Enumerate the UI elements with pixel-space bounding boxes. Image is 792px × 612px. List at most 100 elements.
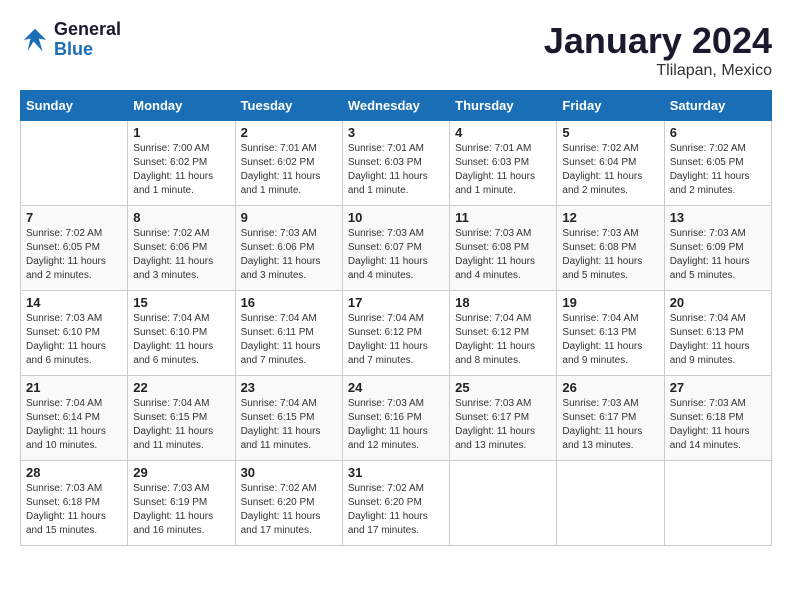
cell-info: Sunrise: 7:01 AM Sunset: 6:03 PM Dayligh…: [455, 142, 551, 198]
day-number: 16: [241, 295, 337, 310]
day-number: 8: [133, 210, 229, 225]
cell-info: Sunrise: 7:03 AM Sunset: 6:18 PM Dayligh…: [670, 397, 766, 453]
cell-info: Sunrise: 7:02 AM Sunset: 6:05 PM Dayligh…: [26, 227, 122, 283]
day-number: 15: [133, 295, 229, 310]
calendar-cell: 4 Sunrise: 7:01 AM Sunset: 6:03 PM Daylig…: [450, 121, 557, 206]
calendar-cell: 29 Sunrise: 7:03 AM Sunset: 6:19 PM Dayli…: [128, 461, 235, 546]
calendar-cell: 28Sunrise: 7:03 AM Sunset: 6:18 PM Dayli…: [21, 461, 128, 546]
column-header-monday: Monday: [128, 91, 235, 121]
calendar-table: SundayMondayTuesdayWednesdayThursdayFrid…: [20, 90, 772, 546]
logo-icon: [20, 25, 50, 55]
calendar-cell: 25Sunrise: 7:03 AM Sunset: 6:17 PM Dayli…: [450, 376, 557, 461]
day-number: 27: [670, 380, 766, 395]
week-row-4: 21 Sunrise: 7:04 AM Sunset: 6:14 PM Dayli…: [21, 376, 772, 461]
calendar-cell: 14 Sunrise: 7:03 AM Sunset: 6:10 PM Dayli…: [21, 291, 128, 376]
logo: General Blue: [20, 20, 121, 60]
calendar-cell: 27 Sunrise: 7:03 AM Sunset: 6:18 PM Dayli…: [664, 376, 771, 461]
calendar-header-row: SundayMondayTuesdayWednesdayThursdayFrid…: [21, 91, 772, 121]
day-number: 23: [241, 380, 337, 395]
calendar-cell: 3Sunrise: 7:01 AM Sunset: 6:03 PM Daylig…: [342, 121, 449, 206]
cell-info: Sunrise: 7:04 AM Sunset: 6:14 PM Dayligh…: [26, 397, 122, 453]
week-row-2: 7 Sunrise: 7:02 AM Sunset: 6:05 PM Daylig…: [21, 206, 772, 291]
calendar-cell: 16Sunrise: 7:04 AM Sunset: 6:11 PM Dayli…: [235, 291, 342, 376]
day-number: 6: [670, 125, 766, 140]
calendar-cell: 26 Sunrise: 7:03 AM Sunset: 6:17 PM Dayli…: [557, 376, 664, 461]
day-number: 21: [26, 380, 122, 395]
day-number: 19: [562, 295, 658, 310]
cell-info: Sunrise: 7:04 AM Sunset: 6:15 PM Dayligh…: [241, 397, 337, 453]
cell-info: Sunrise: 7:01 AM Sunset: 6:02 PM Dayligh…: [241, 142, 337, 198]
day-number: 29: [133, 465, 229, 480]
cell-info: Sunrise: 7:00 AM Sunset: 6:02 PM Dayligh…: [133, 142, 229, 198]
cell-info: Sunrise: 7:03 AM Sunset: 6:07 PM Dayligh…: [348, 227, 444, 283]
day-number: 11: [455, 210, 551, 225]
calendar-cell: 19 Sunrise: 7:04 AM Sunset: 6:13 PM Dayli…: [557, 291, 664, 376]
title-block: January 2024 Tlilapan, Mexico: [544, 20, 772, 80]
calendar-cell: 6 Sunrise: 7:02 AM Sunset: 6:05 PM Daylig…: [664, 121, 771, 206]
cell-info: Sunrise: 7:03 AM Sunset: 6:17 PM Dayligh…: [562, 397, 658, 453]
calendar-cell: [664, 461, 771, 546]
cell-info: Sunrise: 7:02 AM Sunset: 6:20 PM Dayligh…: [348, 482, 444, 538]
calendar-cell: 12 Sunrise: 7:03 AM Sunset: 6:08 PM Dayli…: [557, 206, 664, 291]
column-header-saturday: Saturday: [664, 91, 771, 121]
cell-info: Sunrise: 7:01 AM Sunset: 6:03 PM Dayligh…: [348, 142, 444, 198]
cell-info: Sunrise: 7:04 AM Sunset: 6:10 PM Dayligh…: [133, 312, 229, 368]
cell-info: Sunrise: 7:03 AM Sunset: 6:08 PM Dayligh…: [562, 227, 658, 283]
calendar-cell: 5 Sunrise: 7:02 AM Sunset: 6:04 PM Daylig…: [557, 121, 664, 206]
column-header-friday: Friday: [557, 91, 664, 121]
calendar-cell: 20Sunrise: 7:04 AM Sunset: 6:13 PM Dayli…: [664, 291, 771, 376]
cell-info: Sunrise: 7:03 AM Sunset: 6:06 PM Dayligh…: [241, 227, 337, 283]
cell-info: Sunrise: 7:04 AM Sunset: 6:12 PM Dayligh…: [348, 312, 444, 368]
calendar-cell: 15 Sunrise: 7:04 AM Sunset: 6:10 PM Dayli…: [128, 291, 235, 376]
month-title: January 2024: [544, 20, 772, 62]
column-header-sunday: Sunday: [21, 91, 128, 121]
calendar-cell: 11 Sunrise: 7:03 AM Sunset: 6:08 PM Dayli…: [450, 206, 557, 291]
day-number: 18: [455, 295, 551, 310]
page-header: General Blue January 2024 Tlilapan, Mexi…: [20, 20, 772, 80]
calendar-cell: 21 Sunrise: 7:04 AM Sunset: 6:14 PM Dayli…: [21, 376, 128, 461]
logo-text: General Blue: [54, 20, 121, 60]
day-number: 5: [562, 125, 658, 140]
day-number: 22: [133, 380, 229, 395]
day-number: 14: [26, 295, 122, 310]
day-number: 1: [133, 125, 229, 140]
calendar-cell: 30Sunrise: 7:02 AM Sunset: 6:20 PM Dayli…: [235, 461, 342, 546]
calendar-cell: 9 Sunrise: 7:03 AM Sunset: 6:06 PM Daylig…: [235, 206, 342, 291]
cell-info: Sunrise: 7:04 AM Sunset: 6:13 PM Dayligh…: [670, 312, 766, 368]
day-number: 31: [348, 465, 444, 480]
week-row-3: 14 Sunrise: 7:03 AM Sunset: 6:10 PM Dayli…: [21, 291, 772, 376]
day-number: 12: [562, 210, 658, 225]
location: Tlilapan, Mexico: [544, 62, 772, 80]
cell-info: Sunrise: 7:03 AM Sunset: 6:08 PM Dayligh…: [455, 227, 551, 283]
cell-info: Sunrise: 7:02 AM Sunset: 6:05 PM Dayligh…: [670, 142, 766, 198]
column-header-tuesday: Tuesday: [235, 91, 342, 121]
week-row-1: 1 Sunrise: 7:00 AM Sunset: 6:02 PM Daylig…: [21, 121, 772, 206]
calendar-cell: 18Sunrise: 7:04 AM Sunset: 6:12 PM Dayli…: [450, 291, 557, 376]
calendar-cell: 2 Sunrise: 7:01 AM Sunset: 6:02 PM Daylig…: [235, 121, 342, 206]
cell-info: Sunrise: 7:02 AM Sunset: 6:04 PM Dayligh…: [562, 142, 658, 198]
day-number: 2: [241, 125, 337, 140]
cell-info: Sunrise: 7:04 AM Sunset: 6:13 PM Dayligh…: [562, 312, 658, 368]
calendar-cell: 7 Sunrise: 7:02 AM Sunset: 6:05 PM Daylig…: [21, 206, 128, 291]
day-number: 7: [26, 210, 122, 225]
cell-info: Sunrise: 7:03 AM Sunset: 6:10 PM Dayligh…: [26, 312, 122, 368]
calendar-cell: 23 Sunrise: 7:04 AM Sunset: 6:15 PM Dayli…: [235, 376, 342, 461]
day-number: 10: [348, 210, 444, 225]
day-number: 13: [670, 210, 766, 225]
calendar-cell: 24Sunrise: 7:03 AM Sunset: 6:16 PM Dayli…: [342, 376, 449, 461]
calendar-cell: 1 Sunrise: 7:00 AM Sunset: 6:02 PM Daylig…: [128, 121, 235, 206]
day-number: 4: [455, 125, 551, 140]
calendar-cell: [21, 121, 128, 206]
calendar-cell: 10 Sunrise: 7:03 AM Sunset: 6:07 PM Dayli…: [342, 206, 449, 291]
cell-info: Sunrise: 7:03 AM Sunset: 6:17 PM Dayligh…: [455, 397, 551, 453]
calendar-cell: 22Sunrise: 7:04 AM Sunset: 6:15 PM Dayli…: [128, 376, 235, 461]
day-number: 30: [241, 465, 337, 480]
cell-info: Sunrise: 7:02 AM Sunset: 6:06 PM Dayligh…: [133, 227, 229, 283]
day-number: 26: [562, 380, 658, 395]
cell-info: Sunrise: 7:03 AM Sunset: 6:19 PM Dayligh…: [133, 482, 229, 538]
day-number: 9: [241, 210, 337, 225]
day-number: 17: [348, 295, 444, 310]
column-header-wednesday: Wednesday: [342, 91, 449, 121]
day-number: 24: [348, 380, 444, 395]
calendar-cell: [450, 461, 557, 546]
